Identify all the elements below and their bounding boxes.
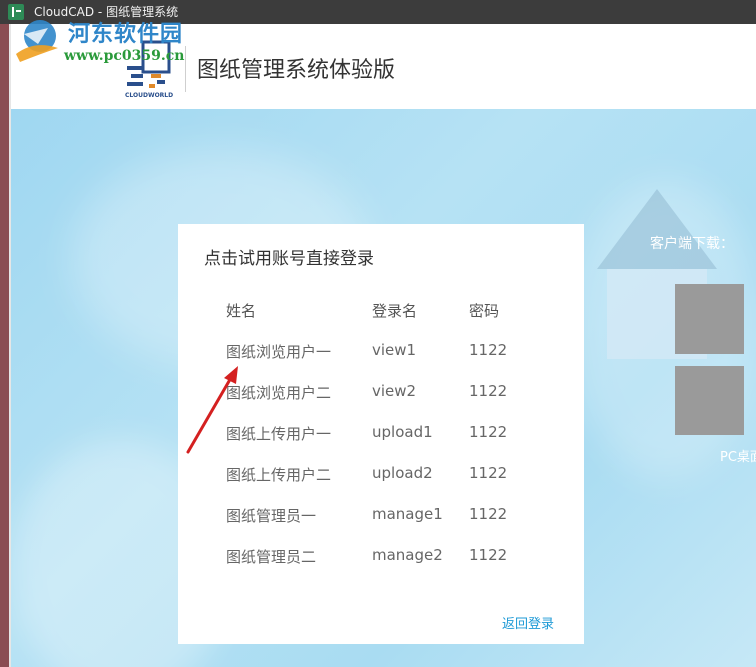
card-title: 点击试用账号直接登录: [204, 249, 374, 269]
column-header-password: 密码: [469, 302, 500, 320]
back-to-login-link[interactable]: 返回登录: [502, 613, 554, 632]
qr-code-pc[interactable]: [675, 366, 744, 435]
house-roof-image: [597, 189, 717, 269]
column-header-name: 姓名: [226, 302, 257, 320]
watermark-url: www.pc0359.cn: [64, 48, 185, 64]
account-name[interactable]: 图纸上传用户二: [226, 464, 331, 485]
account-password[interactable]: 1122: [469, 382, 507, 400]
account-name[interactable]: 图纸管理员二: [226, 546, 316, 567]
window-left-border: [0, 24, 9, 667]
account-password[interactable]: 1122: [469, 505, 507, 523]
watermark-logo-icon: [16, 20, 58, 62]
account-password[interactable]: 1122: [469, 423, 507, 441]
account-login[interactable]: manage1: [372, 505, 443, 523]
client-download-label: 客户端下载：: [650, 236, 734, 252]
account-name[interactable]: 图纸管理员一: [226, 505, 316, 526]
account-password[interactable]: 1122: [469, 341, 507, 359]
account-name[interactable]: 图纸浏览用户一: [226, 341, 331, 362]
qr-code-mobile[interactable]: [675, 284, 744, 354]
watermark: 河东软件园 www.pc0359.cn: [10, 14, 210, 70]
account-login[interactable]: upload1: [372, 423, 433, 441]
account-password[interactable]: 1122: [469, 546, 507, 564]
account-password[interactable]: 1122: [469, 464, 507, 482]
logo-caption: CLOUDWORLD: [125, 92, 174, 99]
annotation-arrow-icon: [186, 366, 238, 454]
pc-download-label[interactable]: PC桌面: [720, 446, 756, 465]
column-header-login: 登录名: [372, 302, 418, 320]
system-title: 图纸管理系统体验版: [197, 58, 396, 83]
account-login[interactable]: manage2: [372, 546, 443, 564]
watermark-title: 河东软件园: [68, 21, 184, 47]
account-login[interactable]: view1: [372, 341, 416, 359]
account-login[interactable]: upload2: [372, 464, 433, 482]
account-login[interactable]: view2: [372, 382, 416, 400]
